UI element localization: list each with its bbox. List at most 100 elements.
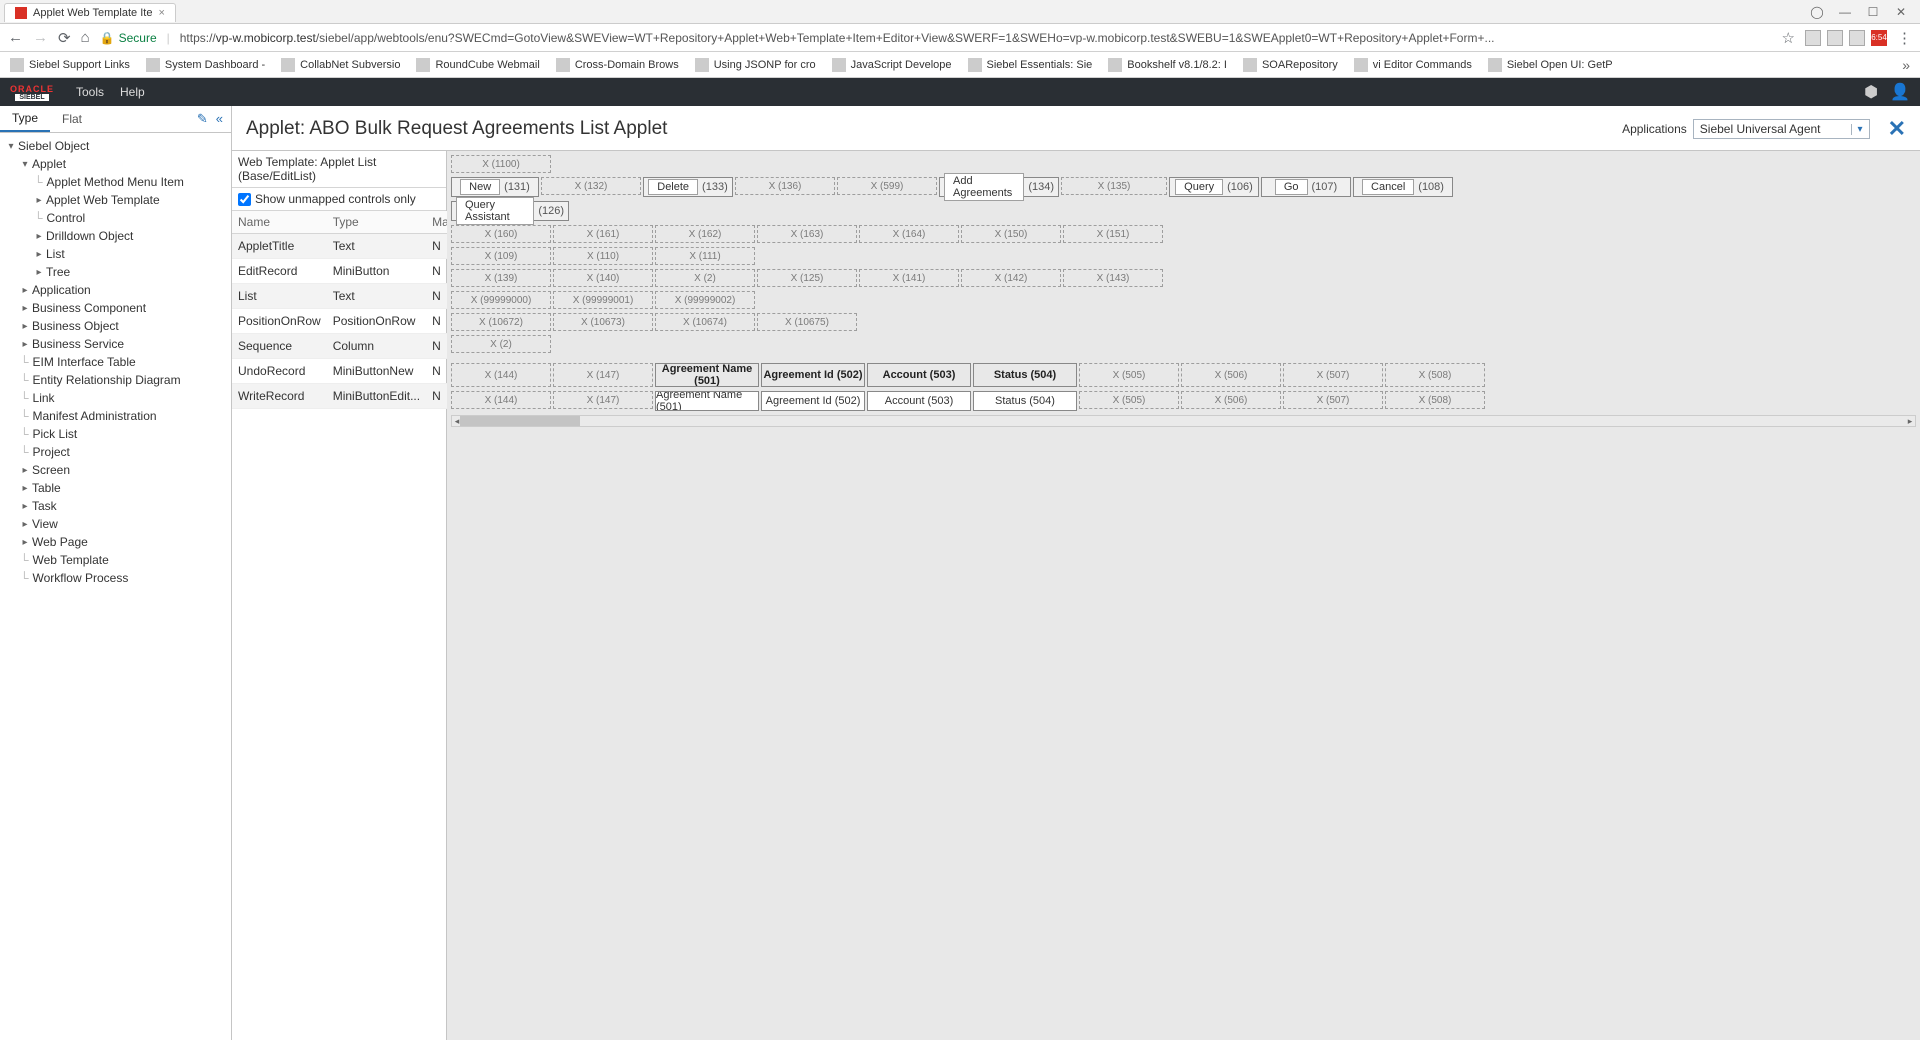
tree-item[interactable]: └Link <box>0 389 231 407</box>
tree-toggle-icon[interactable]: ▾ <box>20 159 30 170</box>
bookmark-item[interactable]: SOARepository <box>1243 58 1338 72</box>
nav-back-icon[interactable]: ← <box>8 29 23 46</box>
column-cell[interactable]: Agreement Name (501) <box>655 391 759 411</box>
bookmark-item[interactable]: Siebel Open UI: GetP <box>1488 58 1613 72</box>
window-maximize-icon[interactable]: ☐ <box>1866 5 1880 19</box>
layout-slot[interactable]: X (10672) <box>451 313 551 331</box>
tree-toggle-icon[interactable]: ▸ <box>34 249 44 260</box>
tree-toggle-icon[interactable]: ▸ <box>34 195 44 206</box>
th-type[interactable]: Type <box>327 211 426 234</box>
layout-slot[interactable]: X (507) <box>1283 363 1383 387</box>
tree-item[interactable]: ▸Applet Web Template <box>0 191 231 209</box>
layout-button-slot[interactable]: Add Agreements(134) <box>939 177 1059 197</box>
nav-reload-icon[interactable]: ⟳ <box>58 29 71 47</box>
column-cell[interactable]: Account (503) <box>867 391 971 411</box>
user-profile-icon[interactable]: 👤 <box>1890 82 1910 102</box>
tree-item[interactable]: └EIM Interface Table <box>0 353 231 371</box>
bookmark-item[interactable]: CollabNet Subversio <box>281 58 400 72</box>
control-row[interactable]: ListTextN <box>232 284 481 309</box>
layout-slot[interactable]: X (508) <box>1385 363 1485 387</box>
layout-slot[interactable]: X (2) <box>655 269 755 287</box>
layout-button-slot[interactable]: Query(106) <box>1169 177 1259 197</box>
layout-slot[interactable]: X (147) <box>553 363 653 387</box>
bookmark-item[interactable]: Bookshelf v8.1/8.2: I <box>1108 58 1227 72</box>
tree-item[interactable]: └Pick List <box>0 425 231 443</box>
scroll-right-icon[interactable]: ▸ <box>1905 416 1915 426</box>
layout-slot[interactable]: X (139) <box>451 269 551 287</box>
control-row[interactable]: SequenceColumnN <box>232 334 481 359</box>
browser-menu-icon[interactable]: ⋮ <box>1897 29 1912 47</box>
bookmark-item[interactable]: RoundCube Webmail <box>416 58 539 72</box>
layout-button-slot[interactable]: Cancel(108) <box>1353 177 1453 197</box>
user-icon[interactable]: ◯ <box>1810 5 1824 19</box>
layout-slot[interactable]: X (10673) <box>553 313 653 331</box>
ext-icon[interactable] <box>1805 30 1821 46</box>
control-row[interactable]: EditRecordMiniButtonN <box>232 259 481 284</box>
layout-slot[interactable]: X (99999000) <box>451 291 551 309</box>
tree-item[interactable]: └Applet Method Menu Item <box>0 173 231 191</box>
ext-icon[interactable] <box>1849 30 1865 46</box>
bookmark-item[interactable]: Using JSONP for cro <box>695 58 816 72</box>
edit-pencil-icon[interactable]: ✎ <box>197 111 208 127</box>
tab-close-icon[interactable]: × <box>158 7 164 19</box>
scroll-thumb[interactable] <box>460 416 580 426</box>
layout-slot[interactable]: X (144) <box>451 363 551 387</box>
layout-slot[interactable]: X (1100) <box>451 155 551 173</box>
layout-slot[interactable]: X (136) <box>735 177 835 195</box>
nav-home-icon[interactable]: ⌂ <box>81 29 90 46</box>
ext-time-icon[interactable]: 6:54 <box>1871 30 1887 46</box>
tree-item[interactable]: ▸Web Page <box>0 533 231 551</box>
tree-toggle-icon[interactable]: ▸ <box>34 267 44 278</box>
layout-slot[interactable]: X (151) <box>1063 225 1163 243</box>
sidebar-tab-type[interactable]: Type <box>0 106 50 132</box>
tree-toggle-icon[interactable]: ▸ <box>20 465 30 476</box>
layout-slot[interactable]: X (2) <box>451 335 551 353</box>
nav-forward-icon[interactable]: → <box>33 29 48 46</box>
layout-slot[interactable]: X (150) <box>961 225 1061 243</box>
tree-item[interactable]: ▸List <box>0 245 231 263</box>
layout-slot[interactable]: X (506) <box>1181 391 1281 409</box>
layout-slot[interactable]: X (10675) <box>757 313 857 331</box>
layout-slot[interactable]: X (99999002) <box>655 291 755 309</box>
tree-item[interactable]: ▾Siebel Object <box>0 137 231 155</box>
bookmark-item[interactable]: Siebel Essentials: Sie <box>968 58 1093 72</box>
control-row[interactable]: UndoRecordMiniButtonNewN <box>232 359 481 384</box>
bookmark-item[interactable]: Siebel Support Links <box>10 58 130 72</box>
th-name[interactable]: Name <box>232 211 327 234</box>
layout-slot[interactable]: X (142) <box>961 269 1061 287</box>
close-editor-icon[interactable]: ✕ <box>1888 116 1906 142</box>
tree-toggle-icon[interactable]: ▸ <box>20 339 30 350</box>
layout-slot[interactable]: X (140) <box>553 269 653 287</box>
show-unmapped-checkbox[interactable] <box>238 193 251 206</box>
layout-slot[interactable]: X (162) <box>655 225 755 243</box>
slot-button[interactable]: Delete <box>648 179 698 195</box>
tree-item[interactable]: └Manifest Administration <box>0 407 231 425</box>
layout-slot[interactable]: X (99999001) <box>553 291 653 309</box>
tree-toggle-icon[interactable]: ▸ <box>20 321 30 332</box>
tree-item[interactable]: └Workflow Process <box>0 569 231 587</box>
menu-help[interactable]: Help <box>120 85 145 99</box>
tree-item[interactable]: ▸Application <box>0 281 231 299</box>
tree-toggle-icon[interactable]: ▸ <box>20 537 30 548</box>
cube-icon[interactable]: ⬢ <box>1864 82 1878 102</box>
tree-item[interactable]: ▸Screen <box>0 461 231 479</box>
slot-button[interactable]: Add Agreements <box>944 173 1024 201</box>
tree-item[interactable]: ▸Task <box>0 497 231 515</box>
layout-slot[interactable]: X (164) <box>859 225 959 243</box>
layout-slot[interactable]: X (508) <box>1385 391 1485 409</box>
tree-item[interactable]: └Web Template <box>0 551 231 569</box>
slot-button[interactable]: Query <box>1175 179 1223 195</box>
layout-canvas[interactable]: X (1100)New(131)X (132)Delete(133)X (136… <box>447 150 1920 1040</box>
bookmark-item[interactable]: JavaScript Develope <box>832 58 952 72</box>
tree-item[interactable]: ▸Table <box>0 479 231 497</box>
bookmark-item[interactable]: System Dashboard - <box>146 58 265 72</box>
tree-toggle-icon[interactable]: ▸ <box>20 483 30 494</box>
ext-icon[interactable] <box>1827 30 1843 46</box>
column-header[interactable]: Account (503) <box>867 363 971 387</box>
layout-slot[interactable]: X (507) <box>1283 391 1383 409</box>
layout-slot[interactable]: X (141) <box>859 269 959 287</box>
column-cell[interactable]: Status (504) <box>973 391 1077 411</box>
tree-item[interactable]: ▸View <box>0 515 231 533</box>
layout-slot[interactable]: X (144) <box>451 391 551 409</box>
layout-slot[interactable]: X (143) <box>1063 269 1163 287</box>
